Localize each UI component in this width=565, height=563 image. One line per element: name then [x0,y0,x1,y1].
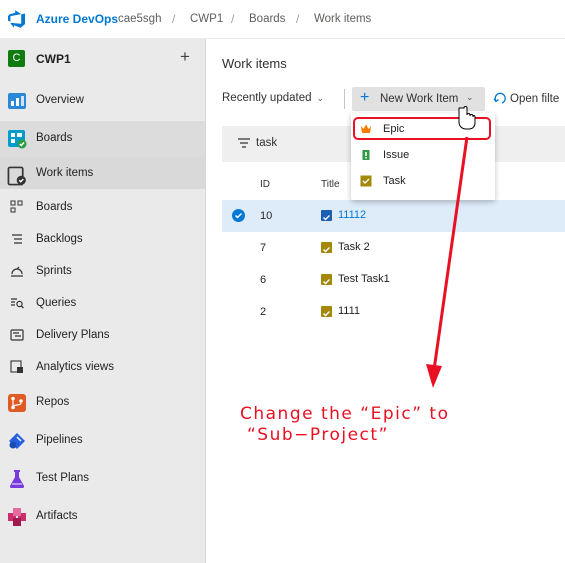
sidebar-item-label: Analytics views [36,361,114,373]
toolbar: Recently updated ⌄ + New Work Item ⌄ Open… [206,87,565,111]
boards-icon [10,200,23,213]
sidebar-item-queries[interactable]: Queries [0,287,205,319]
filter-keyword: task [256,137,278,149]
queries-icon [11,298,24,309]
sidebar-item-boards[interactable]: Boards [0,191,205,223]
new-work-item-label: New Work Item [380,93,459,105]
sidebar-item-artifacts[interactable]: Artifacts [0,499,205,537]
test-plans-icon [9,470,25,488]
delivery-plans-icon [10,329,24,341]
add-icon[interactable]: + [180,47,190,67]
column-header-title[interactable]: Title [321,179,340,190]
epic-highlight-box [353,117,491,140]
new-work-item-button[interactable]: + New Work Item ⌄ [352,87,485,111]
row-id: 2 [260,306,267,318]
task-icon [321,242,332,253]
task-icon [321,306,332,317]
row-title-link[interactable]: 1111 [338,305,360,317]
sidebar-item-label: Artifacts [36,510,78,522]
brand-link[interactable]: Azure DevOps [36,12,118,26]
sidebar-item-delivery-plans[interactable]: Delivery Plans [0,319,205,351]
table-row[interactable]: 7 Task 2 [222,232,565,264]
project-avatar: C [8,50,25,67]
sidebar-item-analytics-views[interactable]: Analytics views [0,351,205,383]
work-item-type-icon [321,210,332,221]
breadcrumb-org[interactable]: cae5sgh [118,13,161,25]
open-filter-label: Open filte [510,93,560,105]
sidebar: C CWP1 + Overview Boards Work items Boar… [0,39,206,563]
column-header-id[interactable]: ID [260,179,270,190]
artifacts-icon [8,508,26,526]
row-title-link[interactable]: Task 2 [338,241,370,253]
row-id: 10 [260,210,273,222]
annotation-line-1: Change the “Epic” to [240,404,450,424]
plus-icon: + [360,89,370,106]
open-arrow-icon [493,92,506,104]
chevron-down-icon: ⌄ [316,93,325,103]
issue-icon [362,150,370,160]
project-header[interactable]: C CWP1 + [0,39,205,79]
overview-icon [8,93,26,109]
sidebar-item-backlogs[interactable]: Backlogs [0,223,205,255]
annotation-text: Change the “Epic” to “Sub−Project” [240,404,449,446]
breadcrumb-work-items[interactable]: Work items [314,13,371,25]
filter-icon [238,138,250,148]
sidebar-item-label: Delivery Plans [36,329,110,341]
breadcrumb-separator: / [231,12,235,26]
top-bar: Azure DevOps cae5sgh / CWP1 / Boards / W… [0,0,565,39]
open-filter-button[interactable]: Open filte [493,92,559,105]
azure-devops-logo-icon[interactable] [8,10,26,28]
sidebar-item-work-items[interactable]: Work items [0,157,205,189]
sidebar-item-test-plans[interactable]: Test Plans [0,461,205,499]
sidebar-item-label: Work items [36,167,94,179]
table-row[interactable]: 10 11112 [222,200,565,232]
sidebar-item-label: Backlogs [36,233,83,245]
sprints-icon [11,266,23,277]
table-row[interactable]: 6 Test Task1 [222,264,565,296]
boards-hub-icon [8,130,27,149]
row-id: 6 [260,274,267,286]
view-selector[interactable]: Recently updated ⌄ [222,92,324,104]
row-selected-check-icon[interactable] [232,209,245,222]
sidebar-item-label: Overview [36,94,84,106]
chevron-down-icon: ⌄ [466,92,474,102]
breadcrumb-boards[interactable]: Boards [249,13,285,25]
analytics-icon [10,360,23,373]
breadcrumb-project[interactable]: CWP1 [190,13,223,25]
task-icon [321,274,332,285]
page-title: Work items [222,56,287,71]
breadcrumb-separator: / [172,12,176,26]
sidebar-item-overview[interactable]: Overview [0,83,205,119]
toolbar-divider [344,89,345,109]
sidebar-item-pipelines[interactable]: Pipelines [0,423,205,461]
row-id: 7 [260,242,267,254]
menu-item-task[interactable]: Task [351,169,495,194]
backlogs-icon [12,234,22,244]
row-title-link[interactable]: Test Task1 [338,273,390,285]
sidebar-item-label: Test Plans [36,472,90,484]
work-items-icon [7,166,26,186]
row-title-link[interactable]: 11112 [338,209,366,221]
view-selector-label: Recently updated [222,92,312,104]
breadcrumb-separator: / [296,12,300,26]
sidebar-item-label: Queries [36,297,77,309]
sidebar-item-label: Boards [36,201,73,213]
annotation-line-2: “Sub−Project” [247,425,389,445]
menu-item-issue[interactable]: Issue [351,143,495,168]
sidebar-item-label: Sprints [36,265,72,277]
sidebar-item-sprints[interactable]: Sprints [0,255,205,287]
menu-item-label: Issue [383,149,410,161]
pipelines-icon [9,433,25,449]
menu-item-label: Task [383,175,406,187]
sidebar-item-boards-hub[interactable]: Boards [0,121,205,157]
sidebar-item-label: Pipelines [36,434,83,446]
project-name[interactable]: CWP1 [36,52,71,66]
sidebar-item-repos[interactable]: Repos [0,385,205,423]
task-icon [360,175,372,187]
sidebar-item-label: Repos [36,396,70,408]
table-row[interactable]: 2 1111 [222,296,565,328]
repos-icon [8,394,26,412]
sidebar-item-label: Boards [36,132,73,144]
